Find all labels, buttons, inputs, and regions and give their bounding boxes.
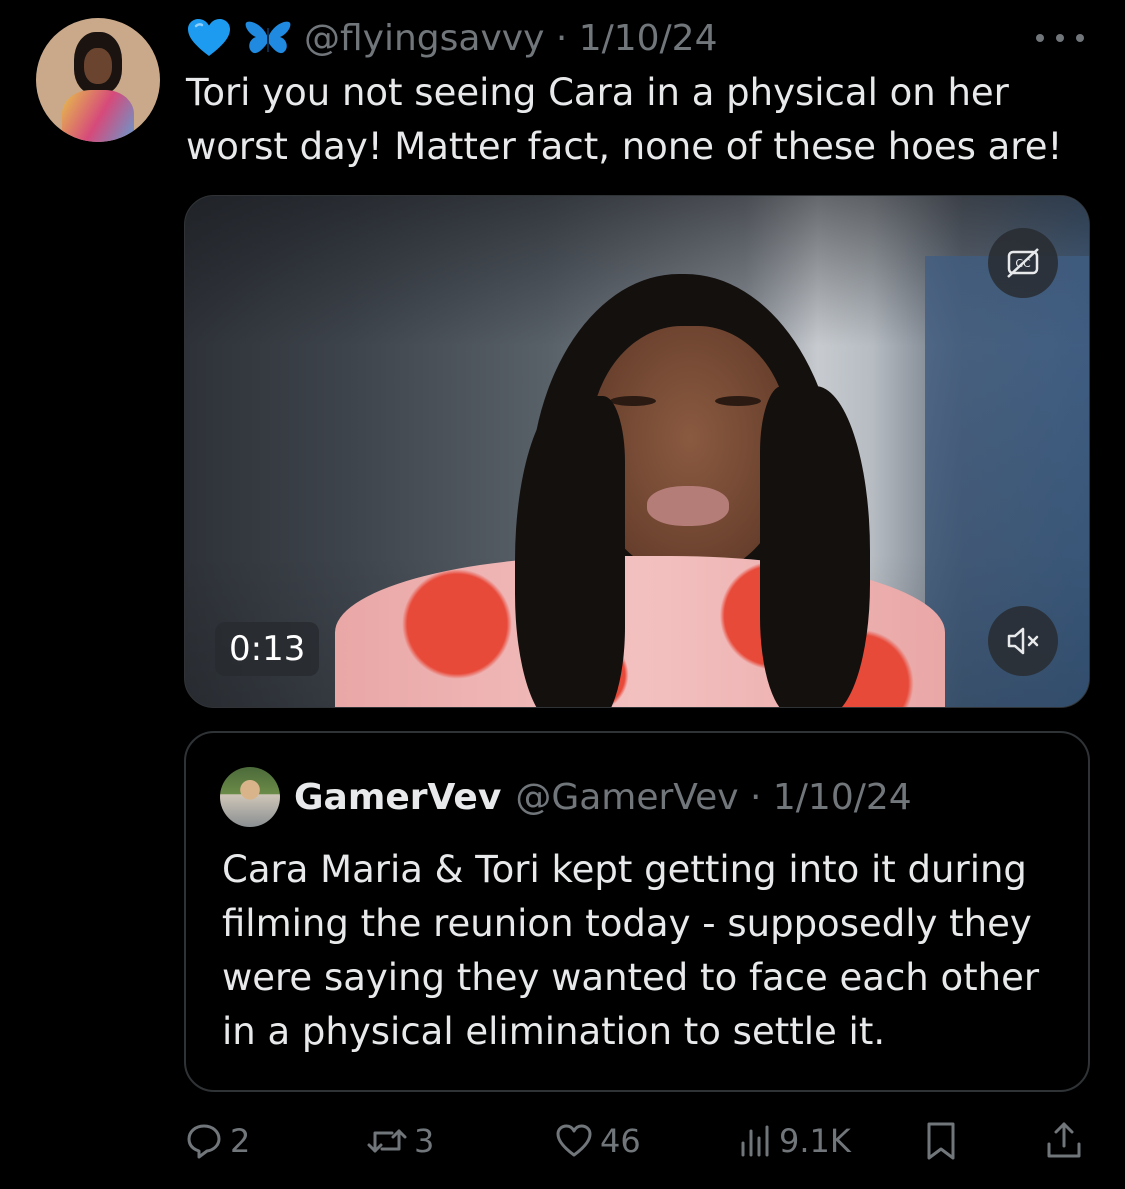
quoted-tweet[interactable]: GamerVev @GamerVev · 1/10/24 Cara Maria … bbox=[184, 731, 1090, 1092]
reply-count: 2 bbox=[230, 1122, 251, 1160]
video-player[interactable]: CC 0:13 bbox=[184, 195, 1090, 708]
views-chart-icon bbox=[741, 1125, 769, 1157]
more-options-icon[interactable] bbox=[1036, 26, 1084, 50]
bookmark-icon bbox=[927, 1122, 955, 1160]
reply-icon bbox=[187, 1124, 221, 1159]
repost-count: 3 bbox=[414, 1122, 435, 1160]
quoted-author-avatar[interactable] bbox=[220, 767, 280, 827]
views-count: 9.1K bbox=[779, 1122, 851, 1160]
video-duration: 0:13 bbox=[215, 622, 320, 676]
reply-button[interactable]: 2 bbox=[184, 1116, 250, 1166]
quoted-author-handle-date[interactable]: @GamerVev · 1/10/24 bbox=[515, 777, 911, 818]
author-handle-date[interactable]: @flyingsavvy · 1/10/24 bbox=[304, 18, 718, 59]
like-button[interactable]: 46 bbox=[554, 1116, 641, 1166]
quoted-author-name[interactable]: GamerVev bbox=[294, 777, 501, 818]
share-icon bbox=[1047, 1122, 1081, 1158]
captions-off-icon: CC bbox=[1007, 248, 1039, 278]
blue-heart-icon bbox=[188, 19, 230, 56]
like-count: 46 bbox=[600, 1122, 641, 1160]
mute-button[interactable] bbox=[988, 606, 1058, 676]
tweet-header: @flyingsavvy · 1/10/24 bbox=[186, 14, 718, 62]
volume-muted-icon bbox=[1007, 627, 1039, 655]
heart-icon bbox=[556, 1124, 592, 1157]
tweet-text: Tori you not seeing Cara in a physical o… bbox=[186, 71, 1063, 168]
bookmark-button[interactable] bbox=[924, 1116, 958, 1166]
author-avatar[interactable] bbox=[36, 18, 160, 142]
share-button[interactable] bbox=[1044, 1116, 1084, 1166]
butterfly-icon bbox=[245, 21, 291, 54]
repost-button[interactable]: 3 bbox=[366, 1116, 434, 1166]
repost-icon bbox=[367, 1129, 407, 1153]
quoted-tweet-text: Cara Maria & Tori kept getting into it d… bbox=[222, 848, 1040, 1053]
captions-button[interactable]: CC bbox=[988, 228, 1058, 298]
views-button[interactable]: 9.1K bbox=[739, 1116, 851, 1166]
quoted-tweet-header: GamerVev @GamerVev · 1/10/24 bbox=[294, 771, 912, 823]
tweet-actions: 2 3 46 9.1K bbox=[184, 1116, 1084, 1166]
avatar-shirt bbox=[62, 90, 134, 142]
avatar-face bbox=[84, 48, 112, 84]
